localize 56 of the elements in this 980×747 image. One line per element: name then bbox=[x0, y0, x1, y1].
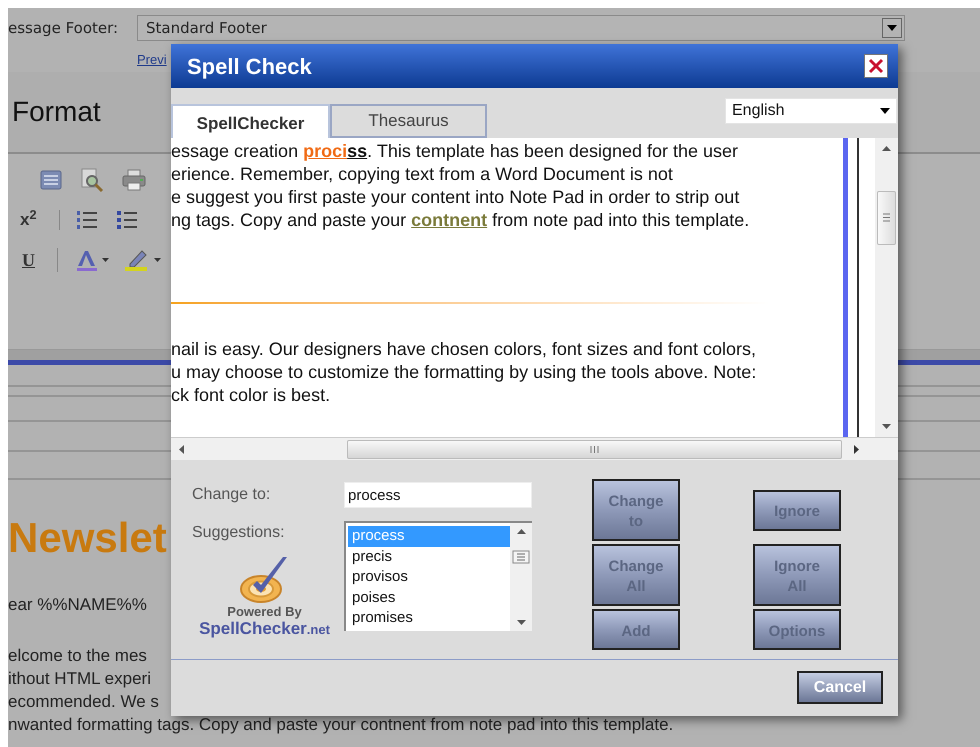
close-button[interactable] bbox=[864, 54, 888, 78]
scrollbar-thumb[interactable] bbox=[347, 440, 842, 458]
logo-tagline: Powered By bbox=[227, 605, 302, 619]
suggestion-item[interactable]: provisos bbox=[348, 567, 510, 588]
section-title: Format bbox=[12, 95, 101, 129]
suggestions-list[interactable]: process precis provisos poises promises bbox=[344, 521, 532, 631]
tab[interactable]: Thesaurus bbox=[330, 104, 487, 138]
document-text-line: nail is easy. Our designers have chosen colors, font sizes and font colors, bbox=[171, 338, 756, 361]
superscript-button[interactable]: x$^{2}$ bbox=[20, 207, 37, 233]
preview-link[interactable]: Previ bbox=[137, 52, 167, 67]
vertical-scrollbar[interactable] bbox=[875, 138, 898, 437]
field-label: essage Footer: bbox=[8, 18, 120, 39]
suggestion-item[interactable]: promises bbox=[348, 608, 510, 628]
field-label: Change to: bbox=[192, 485, 272, 505]
panel-icon[interactable] bbox=[40, 170, 62, 190]
caret-icon bbox=[880, 108, 890, 114]
newsletter-heading: Newslet bbox=[8, 514, 167, 562]
logo-brand: SpellChecker.net bbox=[199, 619, 330, 640]
close-icon bbox=[868, 58, 884, 74]
footer-select[interactable]: Standard Footer bbox=[137, 15, 905, 41]
bulleted-list-icon[interactable] bbox=[116, 210, 138, 230]
document-text-line: e suggest you first paste your content into Note Pad in order to strip out bbox=[171, 186, 740, 209]
document-text-line: ck font color is best. bbox=[171, 384, 330, 407]
numbered-list-icon[interactable] bbox=[76, 210, 98, 230]
caret-icon bbox=[887, 25, 897, 31]
scroll-right-icon[interactable] bbox=[854, 444, 859, 454]
scrollbar-thumb[interactable] bbox=[877, 190, 896, 244]
scroll-up-icon[interactable] bbox=[882, 146, 891, 151]
language-select[interactable]: English bbox=[725, 98, 897, 124]
horizontal-scrollbar[interactable] bbox=[171, 437, 898, 460]
suggestion-item[interactable]: poises bbox=[348, 588, 510, 608]
scrollbar-thumb[interactable] bbox=[512, 550, 530, 564]
suggestion-item[interactable]: precis bbox=[348, 546, 510, 567]
preview-icon[interactable] bbox=[80, 168, 104, 192]
document-text-line: u may choose to customize the formatting by using the tools above. Note: bbox=[171, 361, 756, 384]
font-color-icon[interactable] bbox=[76, 249, 110, 271]
field-label: Suggestions: bbox=[192, 523, 286, 543]
tab[interactable]: SpellChecker bbox=[171, 104, 330, 138]
document-text-line: erience. Remember, copying text from a Word Document is not bbox=[171, 163, 673, 186]
underline-button[interactable]: U bbox=[20, 246, 35, 274]
body-text-line: ecommended. We s bbox=[8, 690, 159, 712]
greeting-text: ear %%NAME%% bbox=[8, 594, 147, 616]
document-text-line: ng tags. Copy and paste your contnent from note pad into this template. bbox=[171, 209, 750, 232]
scroll-up-icon[interactable] bbox=[516, 529, 526, 534]
scroll-left-icon[interactable] bbox=[179, 444, 184, 454]
printer-icon[interactable] bbox=[122, 169, 146, 191]
body-text-line: nwanted formatting tags. Copy and paste your contnent from note pad into this template. bbox=[8, 714, 674, 736]
highlight-icon[interactable] bbox=[124, 248, 162, 272]
scroll-down-icon[interactable] bbox=[516, 620, 526, 625]
document-text-line: essage creation prociss. This template has been designed for the user bbox=[171, 140, 738, 163]
scroll-down-icon[interactable] bbox=[882, 424, 891, 429]
list-scrollbar[interactable] bbox=[510, 523, 532, 631]
dialog-title: Spell Check bbox=[187, 52, 312, 81]
change-to-field[interactable]: process bbox=[344, 482, 532, 508]
body-text-line: ithout HTML experi bbox=[8, 668, 151, 690]
body-text-line: elcome to the mes bbox=[8, 644, 147, 666]
